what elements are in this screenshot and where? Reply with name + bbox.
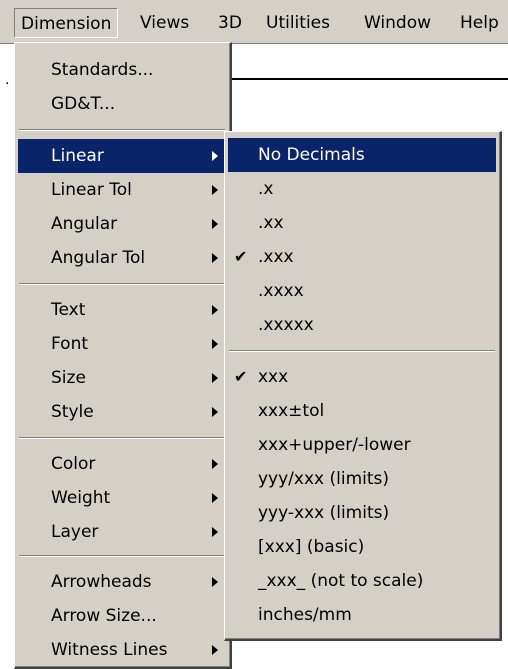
menu-item-label: .xxxx: [258, 281, 304, 301]
menu-views[interactable]: Views: [134, 8, 195, 38]
submenu-arrow-icon: [212, 151, 218, 161]
menu-item-label: Linear Tol: [51, 180, 132, 200]
menu-item-label: Text: [51, 300, 86, 320]
menu-item-label: yyy-xxx (limits): [258, 503, 390, 523]
menu-item-witness-lines[interactable]: Witness Lines: [18, 633, 226, 667]
menu-help[interactable]: Help: [454, 8, 505, 38]
submenu-item-xxx-tol[interactable]: xxx±tol: [228, 394, 496, 428]
menu-item-label: Angular: [51, 214, 118, 234]
menu-item-label: Weight: [51, 488, 111, 508]
submenu-arrow-icon: [212, 527, 218, 537]
submenu-item-xx[interactable]: .xx: [228, 206, 496, 240]
submenu-arrow-icon: [212, 577, 218, 587]
menu-item-label: .x: [258, 179, 274, 199]
menu-item-style[interactable]: Style: [18, 395, 226, 429]
menu-item-label: xxx+upper/-lower: [258, 435, 411, 455]
submenu-arrow-icon: [212, 339, 218, 349]
menu-item-label: Font: [51, 334, 89, 354]
menu-item-standards[interactable]: Standards...: [18, 53, 226, 87]
menu-item-label: [xxx] (basic): [258, 537, 365, 557]
submenu-arrow-icon: [212, 459, 218, 469]
menu-item-linear[interactable]: Linear: [18, 139, 226, 173]
submenu-arrow-icon: [212, 645, 218, 655]
menu-item-label: .xx: [258, 213, 284, 233]
menu-3d[interactable]: 3D: [212, 8, 248, 38]
submenu-item-inches-mm[interactable]: inches/mm: [228, 598, 496, 632]
submenu-item-xxx[interactable]: ✔ .xxx: [228, 240, 496, 274]
menu-item-label: Arrow Size...: [51, 606, 157, 626]
submenu-arrow-icon: [212, 493, 218, 503]
submenu-arrow-icon: [212, 305, 218, 315]
menu-item-label: No Decimals: [258, 145, 365, 165]
menu-separator: [19, 437, 225, 439]
menu-bar: Dimension Views 3D Utilities Window Help: [0, 0, 508, 44]
menu-item-label: .xxx: [258, 247, 294, 267]
menu-item-layer[interactable]: Layer: [18, 515, 226, 549]
checkmark-icon: ✔: [234, 367, 248, 386]
menu-item-font[interactable]: Font: [18, 327, 226, 361]
menu-item-label: Layer: [51, 522, 99, 542]
linear-submenu: No Decimals .x .xx ✔ .xxx .xxxx .xxxxx ✔…: [224, 131, 502, 641]
menu-item-angular-tol[interactable]: Angular Tol: [18, 241, 226, 275]
submenu-item-basic[interactable]: [xxx] (basic): [228, 530, 496, 564]
menu-separator: [229, 350, 495, 352]
menu-item-label: yyy/xxx (limits): [258, 469, 390, 489]
menu-item-label: Color: [51, 454, 96, 474]
submenu-item-limits-slash[interactable]: yyy/xxx (limits): [228, 462, 496, 496]
drawing-canvas-area: [230, 44, 508, 80]
menu-item-label: _xxx_ (not to scale): [258, 571, 424, 591]
menu-separator: [19, 129, 225, 131]
submenu-item-xxx-format[interactable]: ✔ xxx: [228, 360, 496, 394]
menu-utilities[interactable]: Utilities: [260, 8, 336, 38]
submenu-item-upper-lower[interactable]: xxx+upper/-lower: [228, 428, 496, 462]
menu-item-color[interactable]: Color: [18, 447, 226, 481]
menu-item-gdt[interactable]: GD&T...: [18, 87, 226, 121]
menu-item-label: Witness Lines: [51, 640, 168, 660]
menu-dimension[interactable]: Dimension: [14, 8, 119, 38]
menu-item-arrowheads[interactable]: Arrowheads: [18, 565, 226, 599]
submenu-item-not-to-scale[interactable]: _xxx_ (not to scale): [228, 564, 496, 598]
submenu-arrow-icon: [212, 373, 218, 383]
menu-item-linear-tol[interactable]: Linear Tol: [18, 173, 226, 207]
menu-item-label: Angular Tol: [51, 248, 146, 268]
menu-item-label: Size: [51, 368, 86, 388]
menu-item-label: xxx: [258, 367, 289, 387]
submenu-arrow-icon: [212, 407, 218, 417]
submenu-item-xxxxx[interactable]: .xxxxx: [228, 308, 496, 342]
checkmark-icon: ✔: [234, 247, 248, 266]
submenu-item-x[interactable]: .x: [228, 172, 496, 206]
menu-item-label: xxx±tol: [258, 401, 325, 421]
menu-item-label: Linear: [51, 146, 104, 166]
menu-item-arrow-size[interactable]: Arrow Size...: [18, 599, 226, 633]
menu-item-label: inches/mm: [258, 605, 352, 625]
menu-item-label: Arrowheads: [51, 572, 152, 592]
menu-item-label: .xxxxx: [258, 315, 314, 335]
submenu-item-xxxx[interactable]: .xxxx: [228, 274, 496, 308]
submenu-arrow-icon: [212, 185, 218, 195]
menu-item-label: GD&T...: [51, 94, 116, 114]
menu-item-text[interactable]: Text: [18, 293, 226, 327]
submenu-item-no-decimals[interactable]: No Decimals: [228, 138, 496, 172]
menu-separator: [19, 283, 225, 285]
canvas-mark: .: [5, 72, 10, 88]
menu-item-label: Style: [51, 402, 94, 422]
dimension-menu: Standards... GD&T... Linear Linear Tol A…: [14, 42, 232, 669]
menu-item-weight[interactable]: Weight: [18, 481, 226, 515]
submenu-arrow-icon: [212, 253, 218, 263]
submenu-item-limits-dash[interactable]: yyy-xxx (limits): [228, 496, 496, 530]
submenu-arrow-icon: [212, 219, 218, 229]
menu-window[interactable]: Window: [358, 8, 437, 38]
menu-item-angular[interactable]: Angular: [18, 207, 226, 241]
menu-separator: [19, 555, 225, 557]
menu-item-size[interactable]: Size: [18, 361, 226, 395]
menu-item-label: Standards...: [51, 60, 154, 80]
